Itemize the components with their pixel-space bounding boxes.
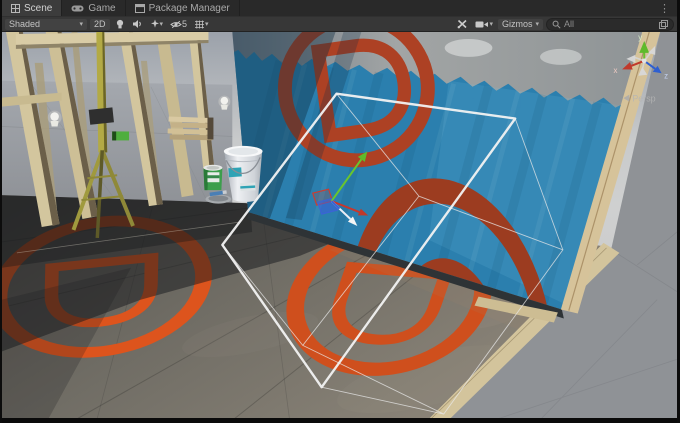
kebab-menu-icon: ⋮ <box>659 2 670 15</box>
tab-game-label: Game <box>88 3 115 14</box>
speaker-icon <box>132 19 143 29</box>
tab-package-manager[interactable]: Package Manager <box>126 0 240 16</box>
open-search-window-icon <box>659 20 668 29</box>
chevron-down-icon: ▾ <box>535 21 539 28</box>
x-axis-label: x <box>613 66 617 75</box>
scene-visibility-button[interactable]: 5 <box>168 19 189 30</box>
window-bottom-edge <box>2 418 677 423</box>
scene-camera-button[interactable]: ▾ <box>473 19 495 30</box>
search-icon <box>552 20 561 29</box>
tab-scene[interactable]: Scene <box>2 0 62 16</box>
crossed-tools-icon <box>457 19 468 29</box>
y-axis-label: y <box>638 33 642 42</box>
gamepad-icon <box>71 4 84 13</box>
chevron-down-icon: ▾ <box>489 21 493 28</box>
gizmos-dropdown[interactable]: Gizmos ▾ <box>498 19 543 30</box>
scene-lighting-button[interactable] <box>113 19 127 30</box>
draw-mode-label: Shaded <box>9 19 40 30</box>
scene-audio-button[interactable] <box>130 19 145 30</box>
toggle-2d-button[interactable]: 2D <box>90 19 110 30</box>
scene-render[interactable]: y x z Persp <box>2 32 677 418</box>
tab-overflow-menu[interactable]: ⋮ <box>652 0 677 16</box>
tab-bar: Scene Game Package Manager ⋮ <box>2 0 677 16</box>
tab-game[interactable]: Game <box>62 0 125 16</box>
sparkle-fx-icon <box>150 19 160 29</box>
scene-toolbar: Shaded ▾ 2D ▾ 5 ▾ ▾ <box>2 16 677 32</box>
component-tools-button[interactable] <box>455 19 470 30</box>
grid-icon <box>11 4 20 13</box>
chevron-down-icon: ▾ <box>79 21 83 28</box>
video-camera-icon <box>475 20 489 29</box>
chevron-down-icon: ▾ <box>160 21 164 28</box>
chevron-down-icon: ▾ <box>205 21 209 28</box>
scene-search-field[interactable] <box>546 18 674 31</box>
search-input[interactable] <box>564 19 656 29</box>
hidden-object-count: 5 <box>182 19 187 29</box>
scene-effects-button[interactable]: ▾ <box>148 19 166 30</box>
lightbulb-icon <box>115 19 125 30</box>
draw-mode-dropdown[interactable]: Shaded ▾ <box>5 19 87 30</box>
grid-visibility-button[interactable]: ▾ <box>192 19 211 30</box>
eye-hidden-icon <box>170 20 182 29</box>
grid-snap-icon <box>194 20 205 29</box>
svg-text:Persp: Persp <box>632 94 655 104</box>
gizmos-label: Gizmos <box>502 19 533 30</box>
package-icon <box>135 4 145 13</box>
scene-view[interactable]: y x z Persp <box>2 32 677 418</box>
unity-editor-window: Scene Game Package Manager ⋮ Shaded ▾ 2D <box>0 0 680 423</box>
tab-package-manager-label: Package Manager <box>149 3 230 14</box>
toggle-2d-label: 2D <box>94 19 106 30</box>
z-axis-label: z <box>664 72 668 81</box>
paint-can[interactable] <box>204 165 223 190</box>
tab-scene-label: Scene <box>24 3 52 14</box>
